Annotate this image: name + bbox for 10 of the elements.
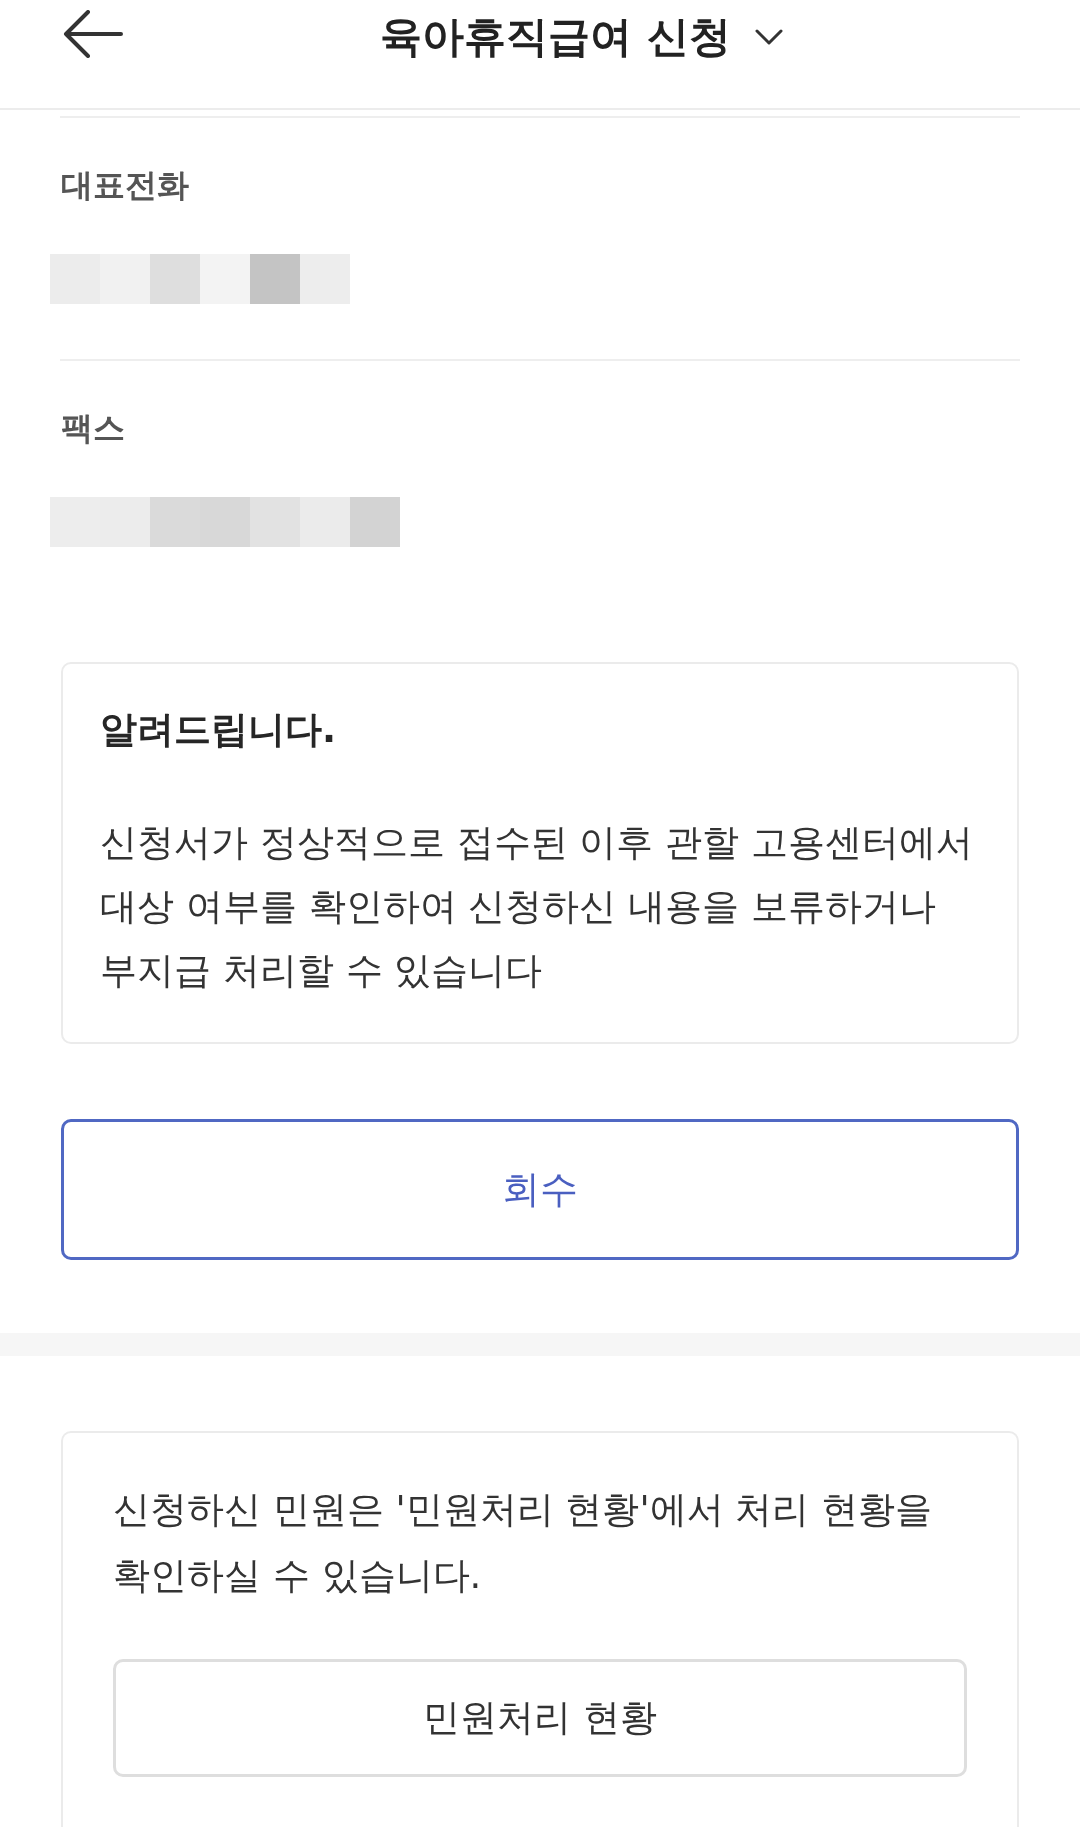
page-title: 육아휴직급여 신청 <box>380 11 731 63</box>
notice-title: 알려드립니다. <box>100 708 338 752</box>
status-info-text: 신청하신 민원은 '민원처리 현황'에서 처리 현황을 확인하실 수 있습니다. <box>113 1487 934 1599</box>
chevron-down-icon[interactable] <box>754 29 783 45</box>
status-button[interactable]: 민원처리 현황 <box>113 1659 967 1777</box>
back-arrow-icon[interactable] <box>62 10 124 58</box>
field-label: 팩스 <box>61 408 125 448</box>
withdraw-button[interactable]: 회수 <box>61 1119 1019 1260</box>
notice-text: 신청서가 정상적으로 접수된 이후 관할 고용센터에서 대상 여부를 확인하여 신청하신 내용을 보류하거나 부지급 처리할 수 있습니다 <box>100 820 974 994</box>
field-label: 대표전화 <box>61 165 189 205</box>
